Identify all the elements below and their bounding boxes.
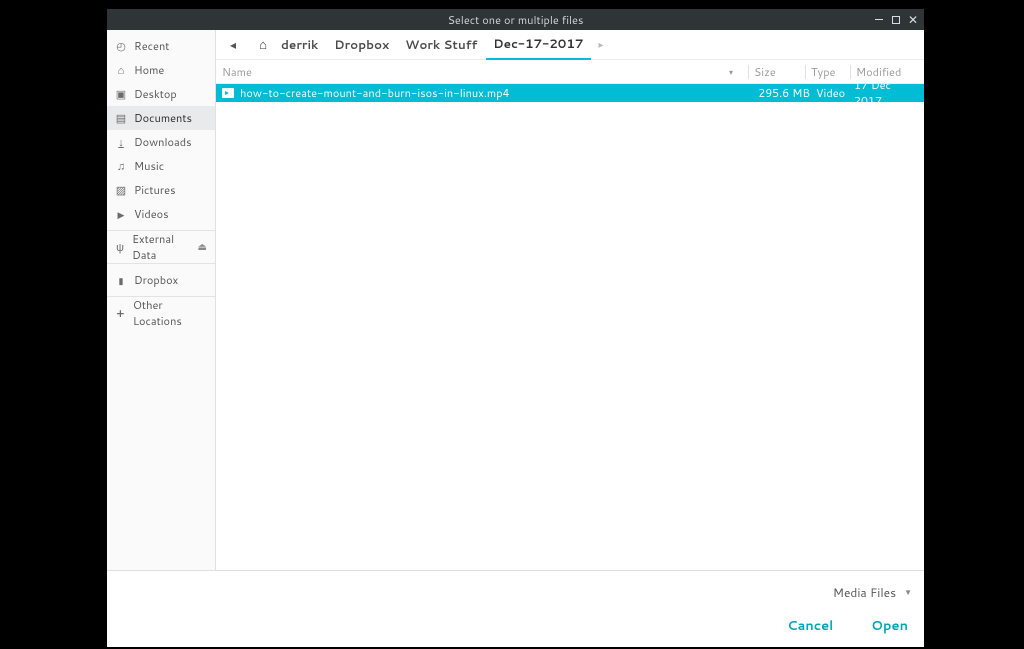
sidebar-item-label: Other Locations — [133, 297, 207, 329]
home-icon — [115, 62, 127, 78]
music-icon — [115, 158, 127, 174]
sidebar-item-label: Videos — [134, 206, 169, 222]
breadcrumb-item-current[interactable]: Dec-17-2017 — [486, 30, 590, 60]
window-title: Select one or multiple files — [448, 12, 584, 28]
sidebar-item-label: Home — [134, 62, 164, 78]
breadcrumb-item[interactable]: Dropbox — [327, 31, 396, 59]
sidebar-item-desktop[interactable]: Desktop — [107, 82, 215, 106]
desktop-icon — [115, 86, 127, 102]
usb-icon — [115, 239, 125, 255]
sidebar-item-documents[interactable]: Documents — [107, 106, 215, 130]
sidebar-item-external-data[interactable]: External Data — [107, 235, 215, 259]
sidebar-item-videos[interactable]: Videos — [107, 202, 215, 226]
column-separator — [850, 65, 851, 79]
cancel-button[interactable]: Cancel — [783, 615, 837, 637]
sidebar-item-label: Recent — [134, 38, 169, 54]
sort-indicator-icon: ▾ — [729, 66, 733, 78]
file-size: 295.6 MB — [754, 85, 810, 101]
file-modified: 17 Dec 2017 — [850, 84, 918, 109]
column-type[interactable]: Type — [811, 64, 845, 80]
folder-icon — [115, 272, 127, 288]
column-name[interactable]: Name ▾ — [222, 64, 743, 80]
sidebar-item-recent[interactable]: Recent — [107, 34, 215, 58]
filter-label: Media Files — [833, 584, 896, 601]
sidebar-item-label: Documents — [134, 110, 192, 126]
file-row[interactable]: how-to-create-mount-and-burn-isos-in-lin… — [216, 84, 924, 102]
main-pane: ◂ derrik Dropbox Work Stuff Dec-17-2017 … — [216, 30, 924, 570]
home-icon[interactable] — [256, 36, 270, 54]
sidebar-separator — [107, 263, 215, 264]
sidebar-item-label: Pictures — [134, 182, 176, 198]
column-separator — [748, 65, 749, 79]
sidebar-item-label: Dropbox — [134, 272, 178, 288]
maximize-button[interactable] — [892, 16, 900, 24]
breadcrumb-item[interactable]: derrik — [274, 31, 325, 59]
sidebar-item-music[interactable]: Music — [107, 154, 215, 178]
column-header: Name ▾ Size Type Modified — [216, 60, 924, 84]
breadcrumb-bar: ◂ derrik Dropbox Work Stuff Dec-17-2017 … — [216, 30, 924, 60]
video-file-icon — [222, 88, 234, 98]
clock-icon — [115, 38, 127, 54]
filter-row: Media Files ▼ — [119, 577, 912, 607]
sidebar-item-home[interactable]: Home — [107, 58, 215, 82]
column-size-label: Size — [754, 64, 776, 80]
videos-icon — [115, 206, 127, 222]
chevron-down-icon: ▼ — [904, 586, 912, 598]
minimize-button[interactable] — [872, 19, 886, 20]
open-button[interactable]: Open — [867, 615, 912, 637]
sidebar-item-other-locations[interactable]: Other Locations — [107, 301, 215, 325]
eject-icon[interactable] — [198, 240, 207, 254]
plus-icon — [115, 305, 126, 321]
file-type-filter[interactable]: Media Files ▼ — [833, 584, 912, 601]
file-name-cell: how-to-create-mount-and-burn-isos-in-lin… — [222, 85, 754, 101]
sidebar-item-downloads[interactable]: Downloads — [107, 130, 215, 154]
pictures-icon — [115, 182, 127, 198]
column-size[interactable]: Size — [754, 64, 800, 80]
column-modified[interactable]: Modified — [856, 64, 918, 80]
sidebar-item-label: Music — [134, 158, 164, 174]
file-list[interactable]: how-to-create-mount-and-burn-isos-in-lin… — [216, 84, 924, 570]
document-icon — [115, 110, 127, 126]
dialog-footer: Media Files ▼ Cancel Open — [107, 570, 924, 647]
sidebar-item-label: Desktop — [134, 86, 177, 102]
sidebar-item-dropbox[interactable]: Dropbox — [107, 268, 215, 292]
file-chooser-window: Select one or multiple files ✕ Recent Ho… — [107, 9, 924, 647]
breadcrumb-item[interactable]: Work Stuff — [398, 31, 484, 59]
back-button[interactable]: ◂ — [222, 36, 244, 53]
forward-button[interactable]: ▸ — [599, 38, 604, 52]
sidebar-item-label: External Data — [132, 231, 190, 263]
column-separator — [805, 65, 806, 79]
sidebar-item-label: Downloads — [134, 134, 192, 150]
dialog-body: Recent Home Desktop Documents Downloads … — [107, 30, 924, 570]
file-type: Video — [810, 85, 850, 101]
file-name: how-to-create-mount-and-burn-isos-in-lin… — [240, 85, 510, 101]
column-modified-label: Modified — [856, 64, 901, 80]
window-controls: ✕ — [872, 9, 920, 30]
close-button[interactable]: ✕ — [906, 14, 920, 26]
download-icon — [115, 134, 127, 150]
titlebar: Select one or multiple files ✕ — [107, 9, 924, 30]
column-type-label: Type — [811, 64, 835, 80]
sidebar: Recent Home Desktop Documents Downloads … — [107, 30, 216, 570]
column-name-label: Name — [222, 64, 252, 80]
action-row: Cancel Open — [119, 615, 912, 637]
sidebar-item-pictures[interactable]: Pictures — [107, 178, 215, 202]
